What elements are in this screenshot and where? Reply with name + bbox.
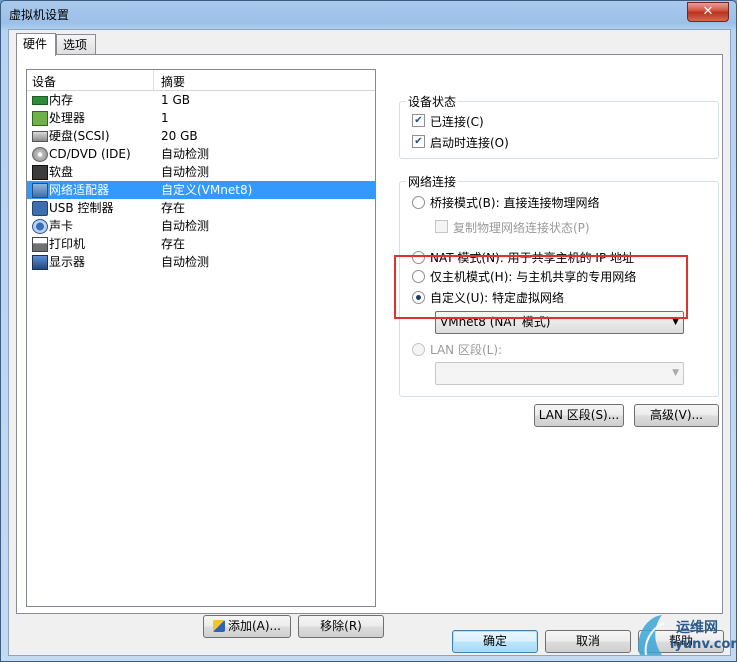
device-summary: 自动检测 (161, 147, 210, 161)
device-row[interactable]: USB 控制器 存在 (27, 199, 375, 217)
list-header: 设备 摘要 (27, 70, 375, 91)
lan-segments-button[interactable]: LAN 区段(S)... (534, 404, 624, 427)
device-name: USB 控制器 (49, 201, 114, 215)
device-name: 网络适配器 (49, 183, 110, 197)
lan-segments-button-label: LAN 区段(S)... (538, 408, 620, 422)
hard-disk-icon (32, 131, 48, 142)
floppy-icon (32, 165, 48, 180)
device-summary: 自动检测 (161, 165, 210, 179)
connect-at-power-on-checkbox[interactable]: ✔ (412, 135, 425, 148)
network-adapter-icon (32, 183, 48, 198)
watermark-title: 运维网 (676, 620, 718, 636)
annotation-highlight-box (394, 255, 688, 319)
ok-button-label: 确定 (482, 634, 507, 648)
device-name: 硬盘(SCSI) (49, 129, 110, 143)
lan-segment-select[interactable]: ▼ (435, 362, 684, 385)
memory-icon (32, 96, 48, 105)
device-summary: 自定义(VMnet8) (161, 183, 253, 197)
device-summary: 1 GB (161, 93, 190, 107)
close-icon: ✕ (702, 4, 714, 19)
device-summary: 1 (161, 111, 169, 125)
device-name: 声卡 (49, 219, 74, 233)
device-summary: 存在 (161, 201, 186, 215)
device-name: 处理器 (49, 111, 86, 125)
ok-button[interactable]: 确定 (452, 630, 538, 653)
cancel-button[interactable]: 取消 (545, 630, 631, 653)
close-button[interactable]: ✕ (687, 2, 729, 22)
header-summary[interactable]: 摘要 (161, 73, 185, 90)
connected-label[interactable]: 已连接(C) (430, 113, 484, 130)
advanced-button[interactable]: 高级(V)... (634, 404, 719, 427)
dialog-client: 硬件 选项 设备 摘要 内存 1 GB 处理器 1 硬盘(SCSI) 20 GB CD/DV… (8, 29, 731, 656)
device-summary: 存在 (161, 237, 186, 251)
network-connection-legend: 网络连接 (408, 175, 457, 189)
device-row[interactable]: 软盘 自动检测 (27, 163, 375, 181)
device-row[interactable]: 网络适配器 自定义(VMnet8) (27, 181, 375, 199)
dropdown-arrow-icon: ▼ (672, 368, 679, 378)
bridged-radio[interactable] (412, 196, 425, 209)
device-rows: 内存 1 GB 处理器 1 硬盘(SCSI) 20 GB CD/DVD (IDE) 自动检测软… (27, 91, 375, 271)
hardware-panel: 设备 摘要 内存 1 GB 处理器 1 硬盘(SCSI) 20 GB CD/DVD (IDE… (16, 54, 723, 638)
device-row[interactable]: 声卡 自动检测 (27, 217, 375, 235)
printer-icon (32, 237, 48, 252)
watermark-url: iyunv.com (670, 637, 737, 652)
lan-segment-label[interactable]: LAN 区段(L): (430, 341, 502, 358)
cd-dvd-icon (32, 147, 48, 162)
remove-button-label: 移除(R) (320, 619, 362, 633)
add-button[interactable]: 添加(A)... (203, 615, 291, 638)
device-name: 内存 (49, 93, 74, 107)
shield-icon (212, 620, 225, 632)
device-row[interactable]: CD/DVD (IDE) 自动检测 (27, 145, 375, 163)
tab-options-label: 选项 (63, 38, 88, 52)
tab-hardware-label: 硬件 (23, 37, 48, 51)
device-summary: 自动检测 (161, 255, 210, 269)
device-status-legend: 设备状态 (408, 95, 457, 109)
processor-icon (32, 111, 48, 126)
device-name: 打印机 (49, 237, 86, 251)
connect-at-power-on-label[interactable]: 启动时连接(O) (430, 134, 509, 151)
device-list[interactable]: 设备 摘要 内存 1 GB 处理器 1 硬盘(SCSI) 20 GB CD/DVD (IDE… (26, 69, 376, 607)
header-device[interactable]: 设备 (32, 73, 56, 90)
device-summary: 自动检测 (161, 219, 210, 233)
lan-segment-radio[interactable] (412, 343, 425, 356)
add-button-label: 添加(A)... (227, 619, 282, 633)
site-watermark: 运维网 iyunv.com (632, 611, 737, 659)
device-row[interactable]: 打印机 存在 (27, 235, 375, 253)
device-name: 软盘 (49, 165, 74, 179)
device-row[interactable]: 内存 1 GB (27, 91, 375, 109)
device-row[interactable]: 硬盘(SCSI) 20 GB (27, 127, 375, 145)
display-icon (32, 255, 48, 270)
replicate-state-label[interactable]: 复制物理网络连接状态(P) (453, 219, 590, 236)
header-divider (153, 70, 154, 90)
device-name: CD/DVD (IDE) (49, 147, 131, 161)
bridged-label[interactable]: 桥接模式(B): 直接连接物理网络 (430, 194, 599, 211)
remove-button[interactable]: 移除(R) (298, 615, 384, 638)
advanced-button-label: 高级(V)... (649, 408, 704, 422)
replicate-state-checkbox[interactable] (435, 220, 448, 233)
vm-settings-window: 虚拟机设置 ✕ 硬件 选项 设备 摘要 内存 1 GB 处理器 1 硬盘(SCSI) 20… (0, 0, 737, 662)
device-name: 显示器 (49, 255, 86, 269)
device-summary: 20 GB (161, 129, 198, 143)
device-row[interactable]: 显示器 自动检测 (27, 253, 375, 271)
usb-icon (32, 201, 48, 216)
device-row[interactable]: 处理器 1 (27, 109, 375, 127)
tab-options[interactable]: 选项 (56, 34, 96, 55)
cancel-button-label: 取消 (575, 634, 600, 648)
title-bar[interactable]: 虚拟机设置 ✕ (1, 1, 736, 27)
sound-card-icon (32, 219, 48, 234)
connected-checkbox[interactable]: ✔ (412, 114, 425, 127)
window-title: 虚拟机设置 (9, 8, 70, 22)
tab-hardware[interactable]: 硬件 (16, 33, 56, 56)
